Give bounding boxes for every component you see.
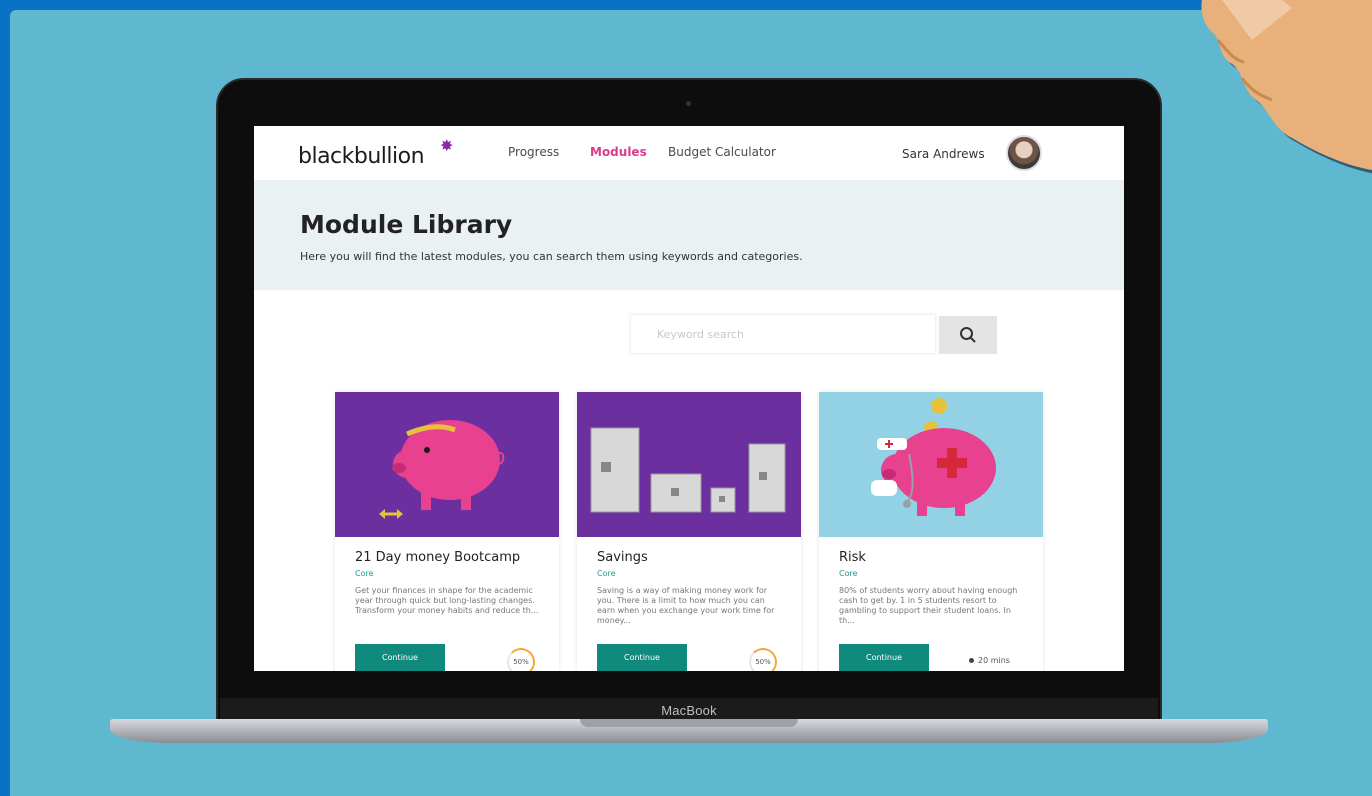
card-category: Core [597, 569, 616, 578]
continue-button[interactable]: Continue [839, 644, 929, 671]
nurse-piggy-bank-illustration [819, 392, 1043, 537]
card-title[interactable]: Savings [597, 550, 648, 565]
laptop-screen: blackbullion ✸ Progress Modules Budget C… [254, 126, 1124, 671]
page-title: Module Library [300, 210, 513, 239]
module-card[interactable]: 21 Day money Bootcamp Core Get your fina… [335, 392, 559, 671]
laptop-notch [580, 719, 798, 727]
duration-label: 20 mins [969, 656, 1010, 665]
module-card[interactable]: Risk Core 80% of students worry about ha… [819, 392, 1043, 671]
search-button[interactable] [939, 316, 997, 354]
safes-illustration [577, 392, 801, 537]
progress-ring: 50% [749, 648, 777, 671]
card-category: Core [839, 569, 858, 578]
hand-illustration [1192, 0, 1372, 185]
user-name[interactable]: Sara Andrews [902, 147, 985, 161]
top-nav: blackbullion ✸ Progress Modules Budget C… [254, 126, 1124, 180]
logo[interactable]: blackbullion [298, 144, 425, 169]
logo-star-icon: ✸ [440, 138, 454, 155]
search-icon [960, 327, 976, 343]
continue-button[interactable]: Continue [355, 644, 445, 671]
piggy-bank-exercise-illustration [335, 392, 559, 537]
card-description: Saving is a way of making money work for… [597, 586, 775, 625]
nav-link-progress[interactable]: Progress [508, 145, 559, 159]
module-card[interactable]: Savings Core Saving is a way of making m… [577, 392, 801, 671]
nav-link-budget-calculator[interactable]: Budget Calculator [668, 145, 776, 159]
page-header: Module Library Here you will find the la… [254, 180, 1124, 290]
laptop-brand-label: MacBook [661, 702, 717, 718]
continue-button[interactable]: Continue [597, 644, 687, 671]
progress-ring: 50% [507, 648, 535, 671]
card-title[interactable]: 21 Day money Bootcamp [355, 550, 520, 565]
card-description: 80% of students worry about having enoug… [839, 586, 1018, 625]
card-title[interactable]: Risk [839, 550, 866, 565]
avatar[interactable] [1006, 135, 1042, 171]
page-subtitle: Here you will find the latest modules, y… [300, 250, 803, 263]
nav-link-modules[interactable]: Modules [590, 145, 647, 159]
search-input[interactable]: Keyword search [630, 314, 936, 354]
module-cards: 21 Day money Bootcamp Core Get your fina… [335, 392, 1045, 671]
card-description: Get your finances in shape for the acade… [355, 586, 539, 615]
card-category: Core [355, 569, 374, 578]
camera-icon [686, 101, 691, 106]
